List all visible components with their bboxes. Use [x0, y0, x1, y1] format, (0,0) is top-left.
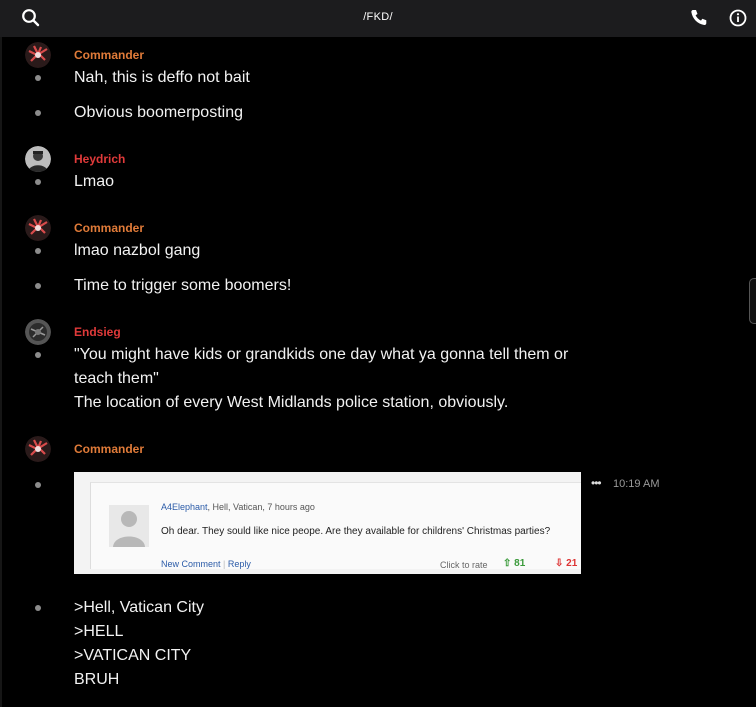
upvote-count: ⇧ 81 [503, 558, 526, 569]
message-bullet [35, 110, 41, 116]
message-bullet [35, 605, 41, 611]
message-text: >Hell, Vatican City >HELL >VATICAN CITY … [74, 599, 204, 688]
phone-icon[interactable] [689, 8, 709, 28]
message-text: "You might have kids or grandkids one da… [74, 346, 569, 411]
avatar-commander[interactable] [25, 215, 51, 241]
user-silhouette-icon [109, 505, 149, 547]
embedded-comment-card: A4Elephant, Hell, Vatican, 7 hours ago O… [90, 482, 581, 570]
author-name[interactable]: Commander [74, 221, 144, 235]
comment-body: Oh dear. They sould like nice peope. Are… [161, 526, 551, 537]
message-bullet [35, 283, 41, 289]
comment-actions: New Comment | Reply [161, 559, 251, 569]
message-bullet [35, 75, 41, 81]
image-attachment[interactable]: A4Elephant, Hell, Vatican, 7 hours ago O… [74, 472, 581, 574]
avatar-commander[interactable] [25, 42, 51, 68]
avatar-endsieg[interactable] [25, 319, 51, 345]
message-text: Time to trigger some boomers! [74, 277, 292, 294]
author-name[interactable]: Endsieg [74, 325, 121, 339]
message-bullet [35, 352, 41, 358]
channel-title: /FKD/ [363, 11, 393, 23]
top-bar: /FKD/ [0, 0, 756, 37]
avatar-heydrich[interactable] [25, 146, 51, 172]
message-text: Lmao [74, 173, 115, 190]
downvote-count: ⇩ 21 [555, 558, 578, 569]
author-name[interactable]: Commander [74, 442, 144, 456]
avatar-commander[interactable] [25, 436, 51, 462]
message-text: Nah, this is deffo not bait [74, 69, 250, 86]
left-edge [0, 37, 2, 707]
scrollbar-handle[interactable] [749, 278, 756, 324]
message-bullet [35, 482, 41, 488]
author-name[interactable]: Commander [74, 48, 144, 62]
author-name[interactable]: Heydrich [74, 152, 125, 166]
comment-author: A4Elephant, Hell, Vatican, 7 hours ago [161, 502, 315, 512]
message-timestamp: 10:19 AM [613, 478, 660, 490]
info-icon[interactable] [728, 8, 748, 28]
message-text: lmao nazbol gang [74, 242, 201, 259]
click-to-rate: Click to rate [440, 560, 488, 570]
more-options-icon[interactable]: ••• [591, 476, 602, 490]
message-text: Obvious boomerposting [74, 104, 243, 121]
message-bullet [35, 179, 41, 185]
message-bullet [35, 248, 41, 254]
